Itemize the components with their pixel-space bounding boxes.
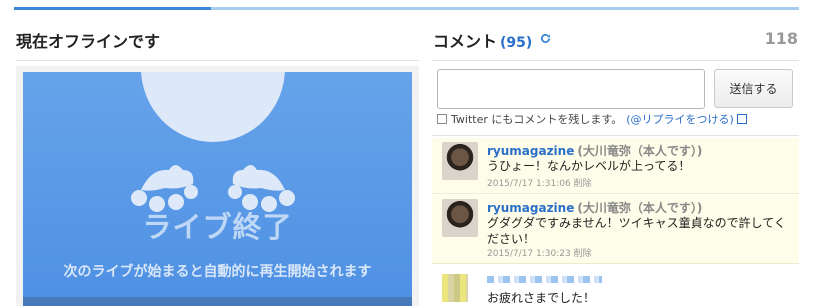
username-blurred[interactable] xyxy=(487,276,602,283)
live-ended-heading: ライブ終了 xyxy=(142,210,293,244)
player-controls[interactable] xyxy=(23,297,412,306)
send-button[interactable]: 送信する xyxy=(714,69,793,108)
delete-link[interactable]: 削除 xyxy=(574,249,592,259)
comment-meta: 2015/7/17 1:30:23 削除 xyxy=(487,246,592,259)
video-player[interactable]: ライブ終了 次のライブが始まると自動的に再生開始されます xyxy=(16,66,419,306)
twitter-checkbox[interactable] xyxy=(437,114,447,124)
progress-fill xyxy=(14,7,211,10)
refresh-icon[interactable] xyxy=(540,33,551,44)
comment-time: 2015/7/17 1:30:23 xyxy=(487,249,571,259)
display-name: (大川竜弥（本人です）) xyxy=(577,201,703,215)
delete-link[interactable]: 削除 xyxy=(574,179,592,189)
reply-link[interactable]: (@リプライをつける) xyxy=(626,113,734,126)
comment-time: 2015/7/17 1:31:06 xyxy=(487,179,571,189)
comments-title: コメント xyxy=(433,32,498,51)
comment-user[interactable]: ryumagazine (大川竜弥（本人です）) xyxy=(487,199,702,216)
page-title: 現在オフラインです xyxy=(16,32,161,51)
display-name: (大川竜弥（本人です）) xyxy=(577,144,703,158)
progress-bar xyxy=(14,7,799,10)
twitter-label: Twitter にもコメントを残します。 xyxy=(451,113,623,126)
comment-item: ryumagazine (大川竜弥（本人です）) うひょー！なんかレベルが上ってる… xyxy=(432,138,799,194)
comment-count[interactable]: (95) xyxy=(500,35,532,51)
twitter-option: Twitter にもコメントを残します。 (@リプライをつける) xyxy=(437,111,747,127)
comment-item: ryumagazine (大川竜弥（本人です）) グダグダですみません！ツイキャス… xyxy=(432,195,799,264)
comment-text: グダグダですみません！ツイキャス童貞なので許してください！ xyxy=(487,216,786,246)
username[interactable]: ryumagazine xyxy=(487,201,574,215)
comments-heading: コメント (95) xyxy=(433,28,532,52)
comment-text: お疲れさまでした！ xyxy=(487,291,596,305)
external-link-icon[interactable] xyxy=(736,114,747,124)
user-avatar[interactable] xyxy=(442,199,478,237)
user-avatar[interactable] xyxy=(442,142,478,180)
comment-text: うひょー！なんかレベルが上ってる！ xyxy=(487,159,691,173)
viewer-total: 118 xyxy=(764,29,798,48)
offline-screen: ライブ終了 次のライブが始まると自動的に再生開始されます xyxy=(23,72,412,306)
user-avatar[interactable] xyxy=(442,274,468,302)
divider xyxy=(16,60,419,61)
comment-user[interactable]: ryumagazine (大川竜弥（本人です）) xyxy=(487,142,702,159)
divider xyxy=(432,135,799,136)
username[interactable]: ryumagazine xyxy=(487,144,574,158)
comment-meta: 2015/7/17 1:31:06 削除 xyxy=(487,176,592,189)
comment-input[interactable] xyxy=(437,69,705,109)
divider xyxy=(432,60,799,61)
comment-item: お疲れさまでした！ xyxy=(432,266,799,306)
auto-play-note: 次のライブが始まると自動的に再生開始されます xyxy=(63,264,372,280)
